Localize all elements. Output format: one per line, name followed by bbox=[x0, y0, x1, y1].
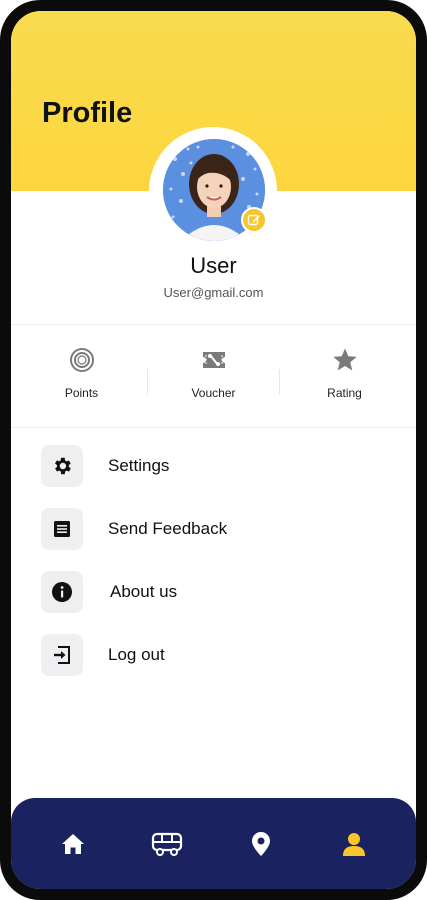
edit-avatar-button[interactable] bbox=[241, 207, 267, 233]
nav-profile[interactable] bbox=[336, 828, 372, 860]
coin-icon bbox=[70, 348, 94, 372]
edit-icon bbox=[247, 214, 260, 226]
home-icon bbox=[62, 834, 84, 854]
menu-label: Log out bbox=[108, 645, 165, 664]
bottom-navigation bbox=[11, 798, 416, 889]
location-pin-icon bbox=[252, 832, 270, 856]
stat-voucher[interactable]: Voucher bbox=[146, 345, 281, 415]
menu-item-send-feedback[interactable]: Send Feedback bbox=[41, 508, 381, 552]
user-name: User bbox=[190, 253, 237, 278]
menu-label: Settings bbox=[108, 456, 170, 475]
stat-label: Points bbox=[64, 386, 99, 400]
menu-label: About us bbox=[110, 582, 178, 601]
logout-icon bbox=[54, 646, 70, 664]
gear-icon bbox=[55, 457, 71, 475]
menu-icon-box bbox=[41, 445, 83, 487]
menu-icon-box bbox=[41, 508, 83, 550]
stats-row: Points Voucher Rating bbox=[11, 345, 416, 415]
bus-icon bbox=[151, 832, 183, 856]
page-title: Profile bbox=[42, 97, 133, 129]
feedback-icon bbox=[54, 521, 70, 537]
nav-location[interactable] bbox=[243, 828, 279, 860]
stat-rating[interactable]: Rating bbox=[277, 345, 412, 415]
stat-label: Voucher bbox=[191, 386, 236, 400]
user-email: User@gmail.com bbox=[163, 285, 264, 300]
phone-frame: Profile User User@gmail.com Points Vouch… bbox=[0, 0, 427, 900]
menu-item-settings[interactable]: Settings bbox=[41, 445, 381, 489]
menu-label: Send Feedback bbox=[108, 519, 228, 538]
stat-points[interactable]: Points bbox=[14, 345, 149, 415]
stat-label: Rating bbox=[327, 386, 362, 400]
menu-item-log-out[interactable]: Log out bbox=[41, 634, 381, 678]
screen: Profile User User@gmail.com Points Vouch… bbox=[11, 11, 416, 889]
menu-icon-box bbox=[41, 634, 83, 676]
menu-icon-box bbox=[41, 571, 83, 613]
star-icon bbox=[333, 348, 357, 371]
info-icon bbox=[52, 582, 72, 602]
divider bbox=[11, 324, 416, 325]
divider bbox=[11, 427, 416, 428]
nav-home[interactable] bbox=[55, 828, 91, 860]
voucher-icon bbox=[203, 352, 225, 368]
menu-item-about-us[interactable]: About us bbox=[41, 571, 381, 615]
user-icon bbox=[343, 833, 365, 856]
nav-bus[interactable] bbox=[149, 828, 185, 860]
